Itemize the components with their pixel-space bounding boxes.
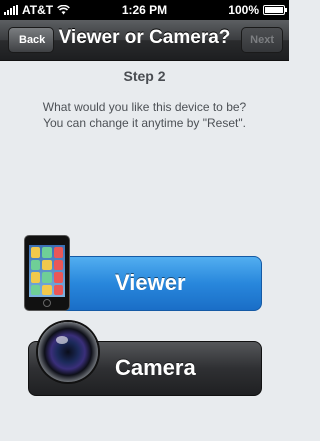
camera-lens-icon (38, 322, 98, 382)
battery-percent: 100% (228, 3, 259, 17)
navigation-bar: Back Viewer or Camera? Next (0, 20, 289, 61)
status-right: 100% (228, 3, 287, 17)
next-button[interactable]: Next (241, 27, 283, 53)
viewer-button-label: Viewer (115, 270, 186, 295)
battery-fill (265, 7, 283, 13)
status-bar: AT&T 1:26 PM 100% (0, 0, 289, 20)
iphone-icon (24, 235, 70, 311)
home-button-icon (43, 299, 51, 307)
description-line-2: You can change it anytime by "Reset". (43, 116, 246, 130)
battery-icon (263, 5, 287, 15)
camera-button-label: Camera (115, 355, 196, 380)
description-line-1: What would you like this device to be? (42, 100, 247, 114)
phone-screen (29, 245, 65, 297)
description: What would you like this device to be? Y… (0, 99, 289, 131)
step-heading: Step 2 (123, 68, 166, 84)
